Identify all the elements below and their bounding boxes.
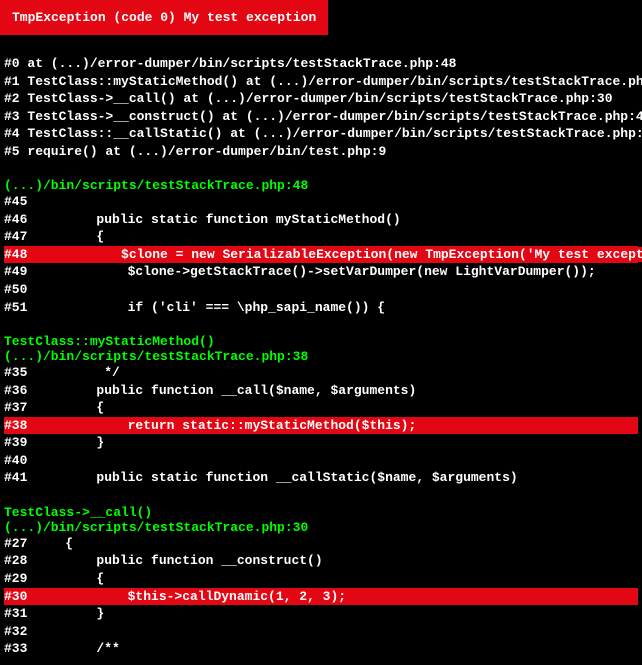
line-number: #48 (4, 246, 27, 264)
line-number: #47 (4, 228, 34, 246)
code-line: #29 { (4, 570, 638, 588)
stack-frame: #1 TestClass::myStaticMethod() at (...)/… (4, 73, 638, 91)
line-number: #46 (4, 211, 34, 229)
line-number: #28 (4, 552, 34, 570)
code-line: #33 /** (4, 640, 638, 658)
line-number: #39 (4, 434, 34, 452)
line-indent (27, 246, 121, 264)
line-text: public function __call($name, $arguments… (96, 382, 638, 400)
line-text: */ (104, 364, 638, 382)
line-text: } (96, 434, 638, 452)
code-line: #37 { (4, 399, 638, 417)
code-line: #40 (4, 452, 638, 470)
line-text: if ('cli' === \php_sapi_name()) { (128, 299, 638, 317)
section-method: TestClass->__call() (4, 505, 638, 520)
code-line: #49 $clone->getStackTrace()->setVarDumpe… (4, 263, 638, 281)
line-text (34, 193, 638, 211)
line-number: #49 (4, 263, 34, 281)
line-indent (34, 399, 96, 417)
line-text: /** (96, 640, 638, 658)
code-line: #50 (4, 281, 638, 299)
code-line: #46 public static function myStaticMetho… (4, 211, 638, 229)
line-text: $clone->getStackTrace()->setVarDumper(ne… (128, 263, 638, 281)
line-number: #27 (4, 535, 34, 553)
code-line: #32 (4, 623, 638, 641)
exception-banner: TmpException (code 0) My test exception (0, 0, 328, 35)
stack-frame: #4 TestClass::__callStatic() at (...)/er… (4, 125, 638, 143)
line-indent (34, 535, 65, 553)
line-indent (34, 263, 128, 281)
line-number: #45 (4, 193, 34, 211)
line-text: public static function myStaticMethod() (96, 211, 638, 229)
line-indent (34, 605, 96, 623)
line-indent (34, 588, 128, 606)
line-number: #50 (4, 281, 34, 299)
code-line: #45 (4, 193, 638, 211)
line-text (34, 281, 638, 299)
line-text: $clone = new SerializableException(new T… (121, 246, 642, 264)
line-indent (34, 299, 128, 317)
section-method: TestClass::myStaticMethod() (4, 334, 638, 349)
stack-frame: #3 TestClass->__construct() at (...)/err… (4, 108, 638, 126)
line-indent (34, 640, 96, 658)
line-text: { (96, 228, 638, 246)
line-text: { (96, 570, 638, 588)
line-number: #31 (4, 605, 34, 623)
section-path: (...)/bin/scripts/testStackTrace.php:48 (4, 178, 638, 193)
code-line: #51 if ('cli' === \php_sapi_name()) { (4, 299, 638, 317)
line-number: #33 (4, 640, 34, 658)
code-line: #31 } (4, 605, 638, 623)
trace-content: #0 at (...)/error-dumper/bin/scripts/tes… (0, 35, 642, 660)
stack-frame: #0 at (...)/error-dumper/bin/scripts/tes… (4, 55, 638, 73)
line-indent (34, 570, 96, 588)
line-indent (34, 211, 96, 229)
stack-frames: #0 at (...)/error-dumper/bin/scripts/tes… (4, 55, 638, 160)
line-text: return static::myStaticMethod($this); (128, 417, 638, 435)
line-indent (34, 469, 96, 487)
line-number: #35 (4, 364, 34, 382)
exception-title: TmpException (code 0) My test exception (12, 10, 316, 25)
line-indent (34, 364, 104, 382)
code-line: #48 $clone = new SerializableException(n… (4, 246, 638, 264)
line-indent (34, 382, 96, 400)
line-text: } (96, 605, 638, 623)
code-line: #35 */ (4, 364, 638, 382)
line-text: public static function __callStatic($nam… (96, 469, 638, 487)
line-number: #37 (4, 399, 34, 417)
line-number: #51 (4, 299, 34, 317)
code-line: #27 { (4, 535, 638, 553)
line-number: #41 (4, 469, 34, 487)
line-number: #29 (4, 570, 34, 588)
line-indent (34, 552, 96, 570)
code-line: #30 $this->callDynamic(1, 2, 3); (4, 588, 638, 606)
line-number: #38 (4, 417, 34, 435)
code-sections: (...)/bin/scripts/testStackTrace.php:48#… (4, 160, 638, 657)
line-indent (34, 417, 128, 435)
stack-frame: #5 require() at (...)/error-dumper/bin/t… (4, 143, 638, 161)
line-text: { (65, 535, 638, 553)
code-line: #28 public function __construct() (4, 552, 638, 570)
line-number: #32 (4, 623, 34, 641)
line-indent (34, 434, 96, 452)
section-path: (...)/bin/scripts/testStackTrace.php:38 (4, 349, 638, 364)
line-number: #30 (4, 588, 34, 606)
line-text (34, 623, 638, 641)
code-line: #41 public static function __callStatic(… (4, 469, 638, 487)
code-line: #47 { (4, 228, 638, 246)
line-text (34, 452, 638, 470)
code-line: #39 } (4, 434, 638, 452)
code-line: #38 return static::myStaticMethod($this)… (4, 417, 638, 435)
line-indent (34, 228, 96, 246)
line-text: { (96, 399, 638, 417)
line-number: #40 (4, 452, 34, 470)
stack-frame: #2 TestClass->__call() at (...)/error-du… (4, 90, 638, 108)
line-text: public function __construct() (96, 552, 638, 570)
section-path: (...)/bin/scripts/testStackTrace.php:30 (4, 520, 638, 535)
line-text: $this->callDynamic(1, 2, 3); (128, 588, 638, 606)
code-line: #36 public function __call($name, $argum… (4, 382, 638, 400)
line-number: #36 (4, 382, 34, 400)
